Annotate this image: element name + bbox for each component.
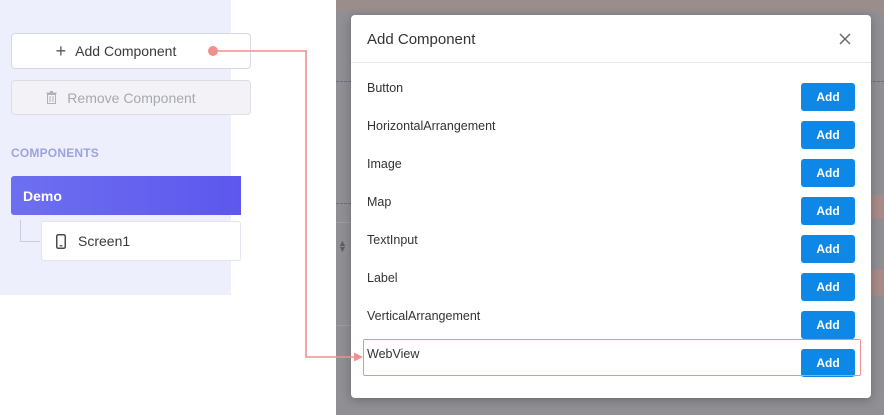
backdrop-divider <box>336 325 351 326</box>
component-name: Map <box>367 195 392 209</box>
component-name: Image <box>367 157 402 171</box>
component-name: Button <box>367 81 404 95</box>
add-component-modal: Add Component Button Add HorizontalArran… <box>351 15 871 398</box>
add-textinput-button[interactable]: Add <box>801 235 855 263</box>
components-heading: COMPONENTS <box>11 146 100 160</box>
list-item: TextInput Add <box>351 231 871 269</box>
trash-icon <box>46 91 57 104</box>
add-component-button[interactable]: + Add Component <box>11 33 251 69</box>
backdrop-toolbar-strip <box>336 0 884 12</box>
component-name: VerticalArrangement <box>367 309 481 323</box>
components-panel: + Add Component Remove Component COMPONE… <box>0 0 251 295</box>
list-item: Image Add <box>351 155 871 193</box>
add-webview-button[interactable]: Add <box>801 349 855 377</box>
tree-connector-line <box>20 220 40 242</box>
list-item: HorizontalArrangement Add <box>351 117 871 155</box>
tree-item-demo-label: Demo <box>23 187 62 204</box>
tree-item-screen1-label: Screen1 <box>78 233 131 249</box>
close-icon[interactable] <box>836 30 854 48</box>
add-button-button[interactable]: Add <box>801 83 855 111</box>
component-name: HorizontalArrangement <box>367 119 496 133</box>
add-image-button[interactable]: Add <box>801 159 855 187</box>
list-item: Button Add <box>351 79 871 117</box>
backdrop-divider <box>869 81 884 82</box>
sort-icon: ▲ ▼ <box>338 238 347 254</box>
add-map-button[interactable]: Add <box>801 197 855 225</box>
component-name: WebView <box>367 347 420 361</box>
component-name: TextInput <box>367 233 418 247</box>
list-item: Label Add <box>351 269 871 307</box>
tree-item-demo[interactable]: Demo <box>11 176 241 215</box>
modal-title: Add Component <box>367 31 476 48</box>
backdrop-divider <box>336 203 351 204</box>
add-label-button[interactable]: Add <box>801 273 855 301</box>
modal-header: Add Component <box>351 15 871 63</box>
tree-item-screen1[interactable]: Screen1 <box>41 221 241 261</box>
component-name: Label <box>367 271 398 285</box>
add-verticalarrangement-button[interactable]: Add <box>801 311 855 339</box>
list-item: Map Add <box>351 193 871 231</box>
remove-component-button[interactable]: Remove Component <box>11 80 251 115</box>
phone-icon <box>56 233 66 249</box>
backdrop-divider <box>336 81 351 82</box>
plus-icon: + <box>55 41 67 61</box>
backdrop-divider <box>336 222 351 223</box>
add-component-label: Add Component <box>75 43 177 59</box>
remove-component-label: Remove Component <box>67 89 196 106</box>
list-item: WebView Add <box>351 345 871 383</box>
add-horizontalarrangement-button[interactable]: Add <box>801 121 855 149</box>
list-item: VerticalArrangement Add <box>351 307 871 345</box>
